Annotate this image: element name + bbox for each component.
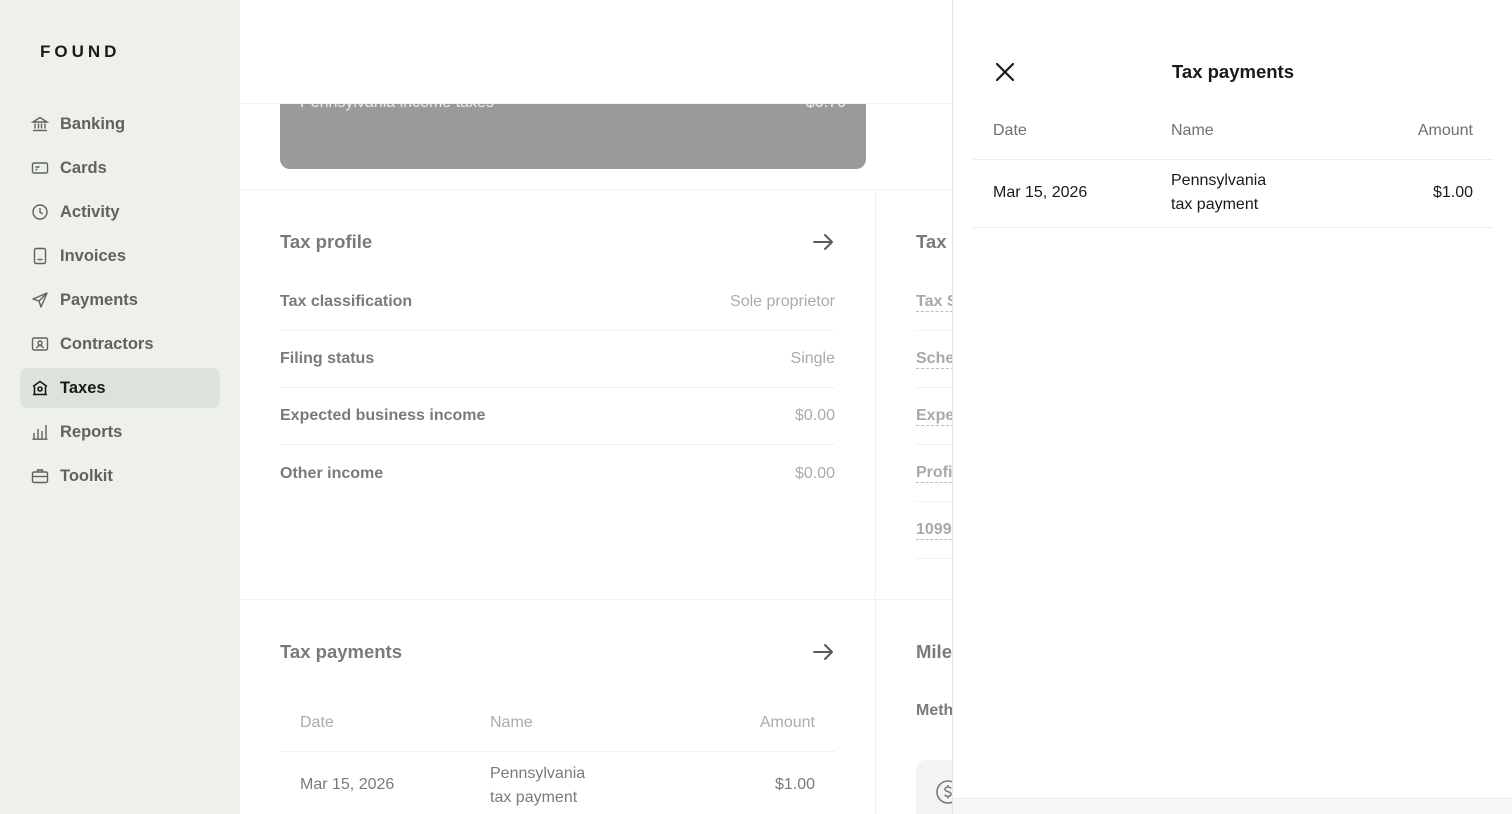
row-value: $0.00 [794,464,835,482]
invoice-icon [31,247,49,265]
sidebar-item-reports[interactable]: Reports [20,412,220,452]
sidebar-item-label: Reports [60,422,123,441]
sidebar-item-cards[interactable]: Cards [20,148,220,188]
tax-payments-drawer: Tax payments Date Name Amount Mar 15, 20… [952,0,1512,814]
column-header-name: Name [490,714,533,731]
payment-amount: $1.00 [774,776,815,793]
row-value: Single [790,350,835,367]
drawer-footer [953,798,1512,814]
sidebar-item-label: Invoices [60,246,127,265]
sidebar-item-label: Banking [60,114,126,133]
bar-chart-icon [31,423,49,441]
table-row[interactable]: Mar 15, 2026 Pennsylvania tax payment $1… [280,752,835,814]
sidebar-item-contractors[interactable]: Contractors [20,324,220,364]
sidebar-item-taxes[interactable]: Taxes [20,368,220,408]
row-label: Expe [916,406,955,426]
tax-profile-row[interactable]: Filing status Single [280,331,835,388]
sidebar: FOUND Banking Cards Activity Invoices Pa… [0,0,240,814]
row-label: Tax classification [280,293,413,310]
card-icon [31,159,49,177]
briefcase-icon [31,467,49,485]
row-value: $0.00 [794,407,835,424]
clock-icon [31,203,49,221]
row-label: Profi [916,463,953,483]
divider [240,189,952,190]
sidebar-item-label: Contractors [60,334,154,353]
table-row[interactable]: Mar 15, 2026 Pennsylvania tax payment $1… [973,160,1493,228]
payment-name-line2: tax payment [490,789,578,806]
payment-date: Mar 15, 2026 [993,184,1088,201]
sidebar-item-payments[interactable]: Payments [20,280,220,320]
drawer-title: Tax payments [1171,61,1294,82]
payment-name-line1: Pennsylvania [490,765,586,782]
sidebar-item-label: Taxes [60,378,106,397]
column-header-amount: Amount [1417,122,1473,139]
sidebar-item-label: Payments [60,290,138,309]
payment-amount: $1.00 [1432,184,1473,201]
divider [875,190,876,814]
tax-profile-row[interactable]: Other income $0.00 [280,445,835,502]
tax-profile-row[interactable]: Expected business income $0.00 [280,388,835,445]
sidebar-item-toolkit[interactable]: Toolkit [20,456,220,496]
drawer-table-header: Date Name Amount [973,106,1493,160]
sidebar-item-label: Activity [60,202,120,221]
sidebar-item-label: Toolkit [60,466,113,485]
sidebar-item-invoices[interactable]: Invoices [20,236,220,276]
row-value: Sole proprietor [730,293,835,310]
arrow-right-icon[interactable] [811,230,835,254]
sidebar-item-banking[interactable]: Banking [20,104,220,144]
sidebar-nav: Banking Cards Activity Invoices Payments [20,104,220,500]
row-label: Expected business income [280,407,486,424]
tax-profile-title: Tax profile [280,231,373,252]
row-label: Other income [280,464,384,482]
logo[interactable]: FOUND [40,42,120,62]
sidebar-item-label: Cards [60,158,107,177]
row-label: 1099 [916,520,952,540]
row-label: Filing status [280,350,375,367]
arrow-right-icon[interactable] [811,640,835,664]
column-header-date: Date [993,122,1027,139]
tax-payments-table-header: Date Name Amount [280,700,835,752]
column-header-name: Name [1171,122,1214,139]
taxes-icon [31,379,49,397]
payment-date: Mar 15, 2026 [300,776,395,793]
tax-profile-row[interactable]: Tax classification Sole proprietor [280,274,835,331]
column-header-date: Date [300,714,334,731]
mileage-title: Mile [916,641,952,662]
contractor-icon [31,335,49,353]
method-label: Meth [916,702,954,719]
tax-payments-title: Tax payments [280,641,403,662]
send-icon [31,291,49,309]
sidebar-item-activity[interactable]: Activity [20,192,220,232]
bank-icon [31,115,49,133]
column-header-amount: Amount [759,714,815,731]
payment-name-line2: tax payment [1171,196,1259,213]
payment-name-line1: Pennsylvania [1171,172,1267,189]
row-label: Sche [916,349,955,369]
divider [240,599,952,600]
